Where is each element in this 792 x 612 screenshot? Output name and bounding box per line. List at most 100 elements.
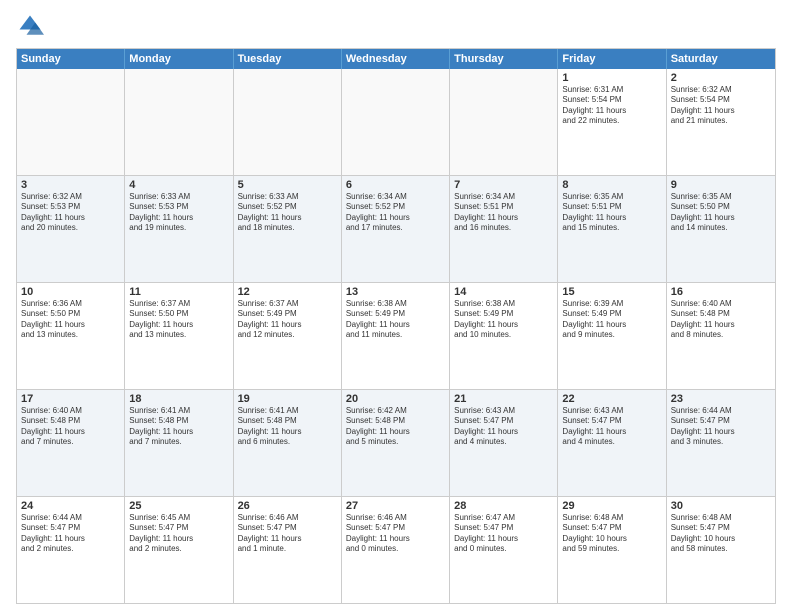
- day-number: 14: [454, 286, 553, 298]
- day-number: 20: [346, 393, 445, 405]
- day-number: 29: [562, 500, 661, 512]
- header-day-tuesday: Tuesday: [234, 49, 342, 69]
- day-number: 1: [562, 72, 661, 84]
- day-cell-15: 15Sunrise: 6:39 AM Sunset: 5:49 PM Dayli…: [558, 283, 666, 389]
- day-cell-6: 6Sunrise: 6:34 AM Sunset: 5:52 PM Daylig…: [342, 176, 450, 282]
- day-cell-7: 7Sunrise: 6:34 AM Sunset: 5:51 PM Daylig…: [450, 176, 558, 282]
- day-info: Sunrise: 6:32 AM Sunset: 5:53 PM Dayligh…: [21, 192, 120, 234]
- day-cell-25: 25Sunrise: 6:45 AM Sunset: 5:47 PM Dayli…: [125, 497, 233, 603]
- day-number: 18: [129, 393, 228, 405]
- day-info: Sunrise: 6:41 AM Sunset: 5:48 PM Dayligh…: [129, 406, 228, 448]
- day-number: 25: [129, 500, 228, 512]
- day-number: 27: [346, 500, 445, 512]
- day-number: 2: [671, 72, 771, 84]
- calendar-row-1: 3Sunrise: 6:32 AM Sunset: 5:53 PM Daylig…: [17, 175, 775, 282]
- day-info: Sunrise: 6:31 AM Sunset: 5:54 PM Dayligh…: [562, 85, 661, 127]
- day-info: Sunrise: 6:38 AM Sunset: 5:49 PM Dayligh…: [454, 299, 553, 341]
- day-cell-24: 24Sunrise: 6:44 AM Sunset: 5:47 PM Dayli…: [17, 497, 125, 603]
- day-number: 3: [21, 179, 120, 191]
- page: SundayMondayTuesdayWednesdayThursdayFrid…: [0, 0, 792, 612]
- day-number: 8: [562, 179, 661, 191]
- empty-cell-0-1: [125, 69, 233, 175]
- day-cell-29: 29Sunrise: 6:48 AM Sunset: 5:47 PM Dayli…: [558, 497, 666, 603]
- header-day-sunday: Sunday: [17, 49, 125, 69]
- day-cell-5: 5Sunrise: 6:33 AM Sunset: 5:52 PM Daylig…: [234, 176, 342, 282]
- day-info: Sunrise: 6:47 AM Sunset: 5:47 PM Dayligh…: [454, 513, 553, 555]
- day-cell-1: 1Sunrise: 6:31 AM Sunset: 5:54 PM Daylig…: [558, 69, 666, 175]
- empty-cell-0-0: [17, 69, 125, 175]
- day-info: Sunrise: 6:34 AM Sunset: 5:52 PM Dayligh…: [346, 192, 445, 234]
- day-number: 7: [454, 179, 553, 191]
- day-cell-19: 19Sunrise: 6:41 AM Sunset: 5:48 PM Dayli…: [234, 390, 342, 496]
- header-day-wednesday: Wednesday: [342, 49, 450, 69]
- logo-icon: [16, 12, 44, 40]
- day-cell-21: 21Sunrise: 6:43 AM Sunset: 5:47 PM Dayli…: [450, 390, 558, 496]
- day-cell-20: 20Sunrise: 6:42 AM Sunset: 5:48 PM Dayli…: [342, 390, 450, 496]
- day-number: 12: [238, 286, 337, 298]
- day-number: 24: [21, 500, 120, 512]
- day-info: Sunrise: 6:44 AM Sunset: 5:47 PM Dayligh…: [21, 513, 120, 555]
- header: [16, 12, 776, 40]
- day-info: Sunrise: 6:39 AM Sunset: 5:49 PM Dayligh…: [562, 299, 661, 341]
- day-number: 4: [129, 179, 228, 191]
- day-info: Sunrise: 6:33 AM Sunset: 5:52 PM Dayligh…: [238, 192, 337, 234]
- calendar-header: SundayMondayTuesdayWednesdayThursdayFrid…: [17, 49, 775, 69]
- day-info: Sunrise: 6:48 AM Sunset: 5:47 PM Dayligh…: [562, 513, 661, 555]
- empty-cell-0-4: [450, 69, 558, 175]
- day-number: 17: [21, 393, 120, 405]
- day-cell-17: 17Sunrise: 6:40 AM Sunset: 5:48 PM Dayli…: [17, 390, 125, 496]
- day-info: Sunrise: 6:43 AM Sunset: 5:47 PM Dayligh…: [454, 406, 553, 448]
- day-number: 10: [21, 286, 120, 298]
- day-number: 13: [346, 286, 445, 298]
- day-number: 23: [671, 393, 771, 405]
- day-cell-16: 16Sunrise: 6:40 AM Sunset: 5:48 PM Dayli…: [667, 283, 775, 389]
- day-info: Sunrise: 6:34 AM Sunset: 5:51 PM Dayligh…: [454, 192, 553, 234]
- day-cell-27: 27Sunrise: 6:46 AM Sunset: 5:47 PM Dayli…: [342, 497, 450, 603]
- day-cell-26: 26Sunrise: 6:46 AM Sunset: 5:47 PM Dayli…: [234, 497, 342, 603]
- calendar-row-0: 1Sunrise: 6:31 AM Sunset: 5:54 PM Daylig…: [17, 69, 775, 175]
- day-number: 15: [562, 286, 661, 298]
- day-number: 28: [454, 500, 553, 512]
- day-info: Sunrise: 6:43 AM Sunset: 5:47 PM Dayligh…: [562, 406, 661, 448]
- day-number: 21: [454, 393, 553, 405]
- day-info: Sunrise: 6:46 AM Sunset: 5:47 PM Dayligh…: [238, 513, 337, 555]
- day-number: 19: [238, 393, 337, 405]
- day-cell-11: 11Sunrise: 6:37 AM Sunset: 5:50 PM Dayli…: [125, 283, 233, 389]
- day-info: Sunrise: 6:40 AM Sunset: 5:48 PM Dayligh…: [21, 406, 120, 448]
- day-number: 16: [671, 286, 771, 298]
- day-cell-4: 4Sunrise: 6:33 AM Sunset: 5:53 PM Daylig…: [125, 176, 233, 282]
- day-number: 6: [346, 179, 445, 191]
- day-info: Sunrise: 6:45 AM Sunset: 5:47 PM Dayligh…: [129, 513, 228, 555]
- day-cell-28: 28Sunrise: 6:47 AM Sunset: 5:47 PM Dayli…: [450, 497, 558, 603]
- calendar-row-2: 10Sunrise: 6:36 AM Sunset: 5:50 PM Dayli…: [17, 282, 775, 389]
- day-info: Sunrise: 6:40 AM Sunset: 5:48 PM Dayligh…: [671, 299, 771, 341]
- calendar-row-3: 17Sunrise: 6:40 AM Sunset: 5:48 PM Dayli…: [17, 389, 775, 496]
- day-info: Sunrise: 6:35 AM Sunset: 5:50 PM Dayligh…: [671, 192, 771, 234]
- day-number: 22: [562, 393, 661, 405]
- day-cell-10: 10Sunrise: 6:36 AM Sunset: 5:50 PM Dayli…: [17, 283, 125, 389]
- empty-cell-0-2: [234, 69, 342, 175]
- day-cell-23: 23Sunrise: 6:44 AM Sunset: 5:47 PM Dayli…: [667, 390, 775, 496]
- header-day-friday: Friday: [558, 49, 666, 69]
- day-info: Sunrise: 6:46 AM Sunset: 5:47 PM Dayligh…: [346, 513, 445, 555]
- day-cell-2: 2Sunrise: 6:32 AM Sunset: 5:54 PM Daylig…: [667, 69, 775, 175]
- day-cell-18: 18Sunrise: 6:41 AM Sunset: 5:48 PM Dayli…: [125, 390, 233, 496]
- header-day-thursday: Thursday: [450, 49, 558, 69]
- day-cell-14: 14Sunrise: 6:38 AM Sunset: 5:49 PM Dayli…: [450, 283, 558, 389]
- day-cell-13: 13Sunrise: 6:38 AM Sunset: 5:49 PM Dayli…: [342, 283, 450, 389]
- day-info: Sunrise: 6:36 AM Sunset: 5:50 PM Dayligh…: [21, 299, 120, 341]
- day-info: Sunrise: 6:37 AM Sunset: 5:49 PM Dayligh…: [238, 299, 337, 341]
- day-cell-8: 8Sunrise: 6:35 AM Sunset: 5:51 PM Daylig…: [558, 176, 666, 282]
- day-info: Sunrise: 6:42 AM Sunset: 5:48 PM Dayligh…: [346, 406, 445, 448]
- day-info: Sunrise: 6:32 AM Sunset: 5:54 PM Dayligh…: [671, 85, 771, 127]
- day-cell-12: 12Sunrise: 6:37 AM Sunset: 5:49 PM Dayli…: [234, 283, 342, 389]
- day-number: 30: [671, 500, 771, 512]
- empty-cell-0-3: [342, 69, 450, 175]
- header-day-saturday: Saturday: [667, 49, 775, 69]
- day-cell-22: 22Sunrise: 6:43 AM Sunset: 5:47 PM Dayli…: [558, 390, 666, 496]
- day-info: Sunrise: 6:33 AM Sunset: 5:53 PM Dayligh…: [129, 192, 228, 234]
- calendar-row-4: 24Sunrise: 6:44 AM Sunset: 5:47 PM Dayli…: [17, 496, 775, 603]
- day-info: Sunrise: 6:41 AM Sunset: 5:48 PM Dayligh…: [238, 406, 337, 448]
- day-info: Sunrise: 6:35 AM Sunset: 5:51 PM Dayligh…: [562, 192, 661, 234]
- day-info: Sunrise: 6:48 AM Sunset: 5:47 PM Dayligh…: [671, 513, 771, 555]
